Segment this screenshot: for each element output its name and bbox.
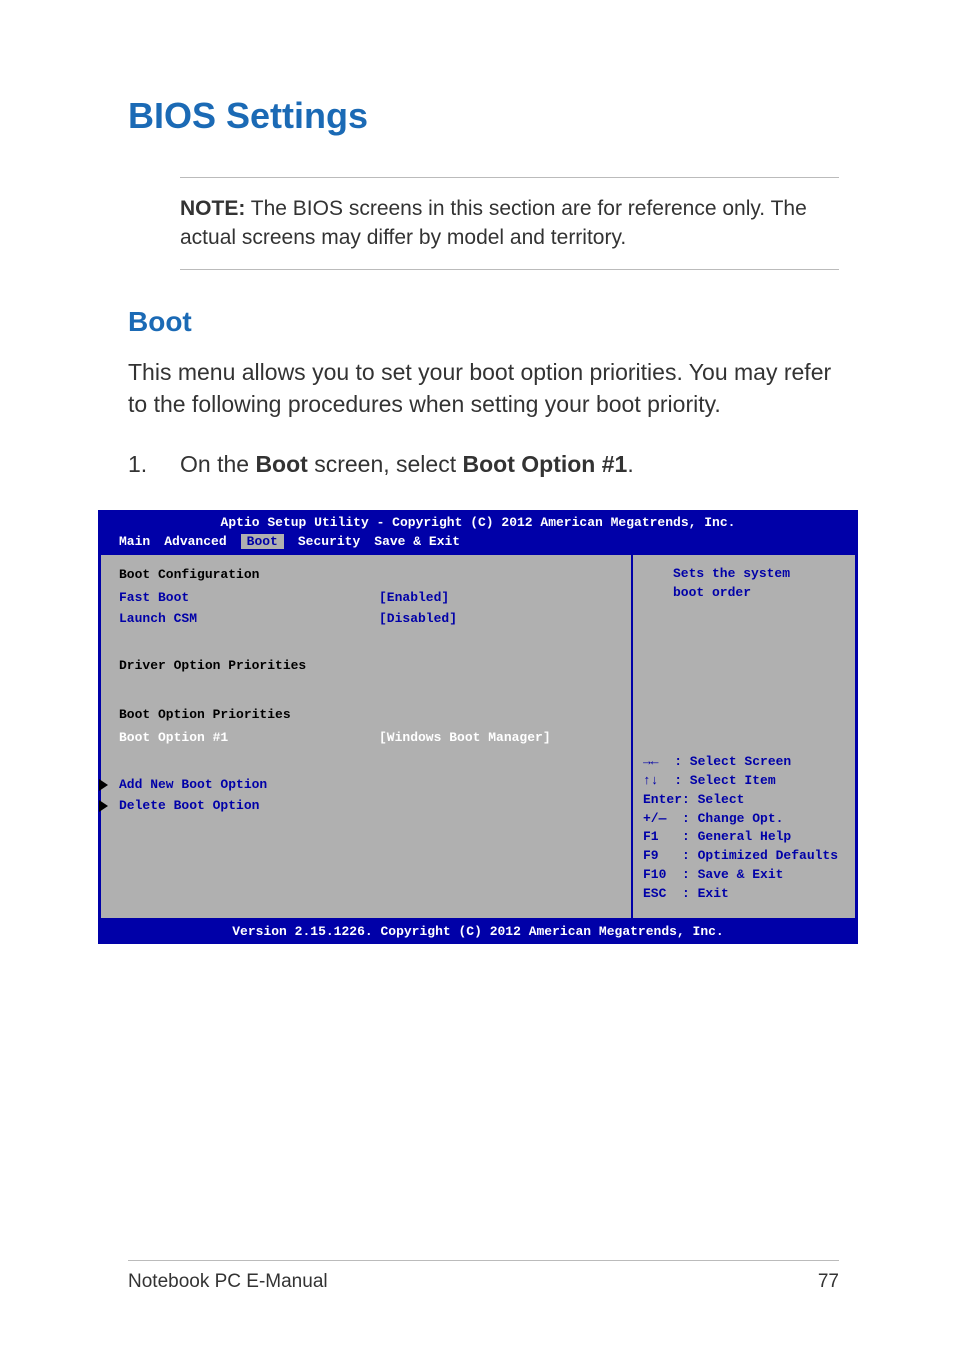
tab-advanced[interactable]: Advanced <box>164 534 226 549</box>
help-enter: Enter: Select <box>643 791 845 810</box>
bios-description: Sets the system boot order <box>643 565 845 603</box>
tab-boot[interactable]: Boot <box>241 534 284 549</box>
bios-desc-line2: boot order <box>643 584 845 603</box>
bios-tabs: Main Advanced Boot Security Save & Exit <box>99 532 857 553</box>
add-new-boot-option-label: Add New Boot Option <box>119 777 267 792</box>
help-esc: ESC : Exit <box>643 885 845 904</box>
bios-window: Aptio Setup Utility - Copyright (C) 2012… <box>98 510 858 943</box>
fast-boot-label: Fast Boot <box>119 590 379 605</box>
boot-configuration-heading: Boot Configuration <box>119 567 617 582</box>
boot-option-1-label: Boot Option #1 <box>119 730 379 745</box>
tab-security[interactable]: Security <box>298 534 360 549</box>
help-change-opt: +/— : Change Opt. <box>643 810 845 829</box>
step-1: 1. On the Boot screen, select Boot Optio… <box>128 448 839 480</box>
bios-titlebar: Aptio Setup Utility - Copyright (C) 2012… <box>99 511 857 532</box>
help-select-screen: →← : Select Screen <box>643 753 845 772</box>
section-body: This menu allows you to set your boot op… <box>128 356 839 420</box>
footer-title: Notebook PC E-Manual <box>128 1271 328 1293</box>
fast-boot-value: [Enabled] <box>379 590 449 605</box>
bios-left-pane: Boot Configuration Fast Boot [Enabled] L… <box>99 553 632 919</box>
boot-option-priorities-heading: Boot Option Priorities <box>119 707 617 722</box>
step-mid: screen, select <box>308 451 463 477</box>
note-label: NOTE: <box>180 197 245 220</box>
add-new-boot-option[interactable]: Add New Boot Option <box>119 777 617 792</box>
page-number: 77 <box>818 1271 839 1293</box>
launch-csm-label: Launch CSM <box>119 611 379 626</box>
boot-option-1-value: [Windows Boot Manager] <box>379 730 551 745</box>
step-bold-2: Boot Option #1 <box>463 451 628 477</box>
fast-boot-row[interactable]: Fast Boot [Enabled] <box>119 590 617 605</box>
step-number: 1. <box>128 448 180 480</box>
delete-boot-option-label: Delete Boot Option <box>119 798 259 813</box>
bios-desc-line1: Sets the system <box>643 565 845 584</box>
delete-boot-option[interactable]: Delete Boot Option <box>119 798 617 813</box>
note-text: The BIOS screens in this section are for… <box>180 197 807 249</box>
step-suffix: . <box>627 451 633 477</box>
help-select-item: ↑↓ : Select Item <box>643 772 845 791</box>
bios-key-help: →← : Select Screen ↑↓ : Select Item Ente… <box>643 753 845 904</box>
section-heading: Boot <box>128 306 839 338</box>
help-save-exit: F10 : Save & Exit <box>643 866 845 885</box>
launch-csm-value: [Disabled] <box>379 611 457 626</box>
help-general: F1 : General Help <box>643 828 845 847</box>
bios-footer: Version 2.15.1226. Copyright (C) 2012 Am… <box>99 920 857 943</box>
boot-option-1-row[interactable]: Boot Option #1 [Windows Boot Manager] <box>119 730 617 745</box>
triangle-right-icon <box>99 779 108 791</box>
launch-csm-row[interactable]: Launch CSM [Disabled] <box>119 611 617 626</box>
note-box: NOTE: The BIOS screens in this section a… <box>180 177 839 270</box>
help-optimized: F9 : Optimized Defaults <box>643 847 845 866</box>
triangle-right-icon <box>99 800 108 812</box>
bios-body: Boot Configuration Fast Boot [Enabled] L… <box>99 553 857 919</box>
step-prefix: On the <box>180 451 255 477</box>
step-text: On the Boot screen, select Boot Option #… <box>180 448 634 480</box>
step-bold-1: Boot <box>255 451 307 477</box>
page-title: BIOS Settings <box>128 95 839 137</box>
page-footer: Notebook PC E-Manual 77 <box>128 1260 839 1293</box>
bios-right-pane: Sets the system boot order →← : Select S… <box>632 553 857 919</box>
tab-main[interactable]: Main <box>119 534 150 549</box>
tab-save-exit[interactable]: Save & Exit <box>374 534 460 549</box>
driver-option-heading: Driver Option Priorities <box>119 658 617 673</box>
